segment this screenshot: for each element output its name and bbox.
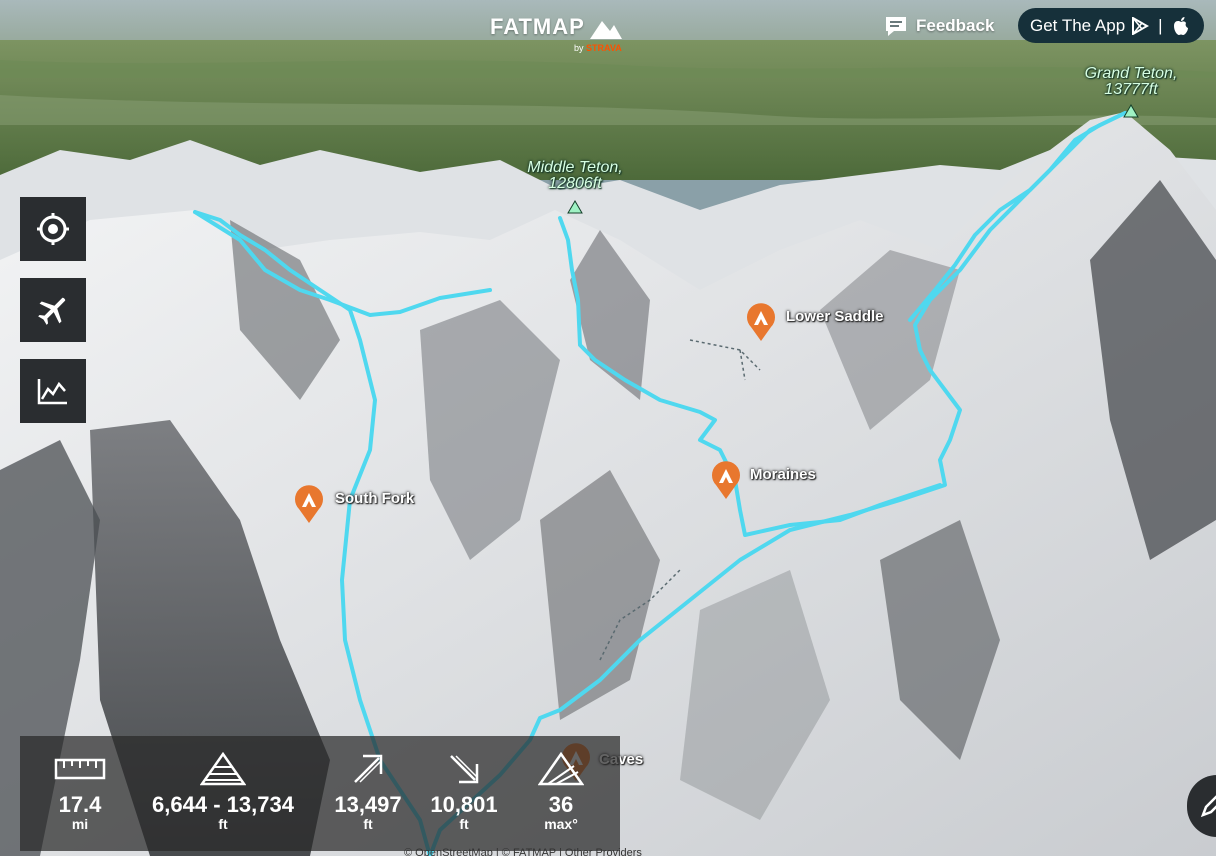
peak-name: Grand Teton, <box>1084 65 1178 82</box>
peak-elevation: 13777ft <box>1104 81 1158 98</box>
elevation-range-icon <box>200 752 246 786</box>
byline-prefix: by <box>574 43 584 53</box>
poi-label-moraines[interactable]: Moraines <box>750 466 816 483</box>
map-attribution[interactable]: © OpenStreetMap | © FATMAP | Other Provi… <box>404 847 642 856</box>
slope-angle-icon <box>538 752 584 786</box>
peak-label-grand-teton: Grand Teton, 13777ft <box>1070 66 1192 98</box>
stat-value: 36 <box>548 792 574 817</box>
terrain-map[interactable] <box>0 0 1216 856</box>
stat-unit: ft <box>459 816 469 832</box>
route-stats-panel: 17.4 mi 6,644 - 13,734 ft 13,497 ft 10,8… <box>20 736 620 851</box>
apple-icon[interactable] <box>1172 16 1190 36</box>
stat-unit: ft <box>363 816 373 832</box>
poi-label-lower-saddle[interactable]: Lower Saddle <box>786 308 884 325</box>
store-separator: | <box>1158 15 1163 35</box>
flyover-button[interactable] <box>20 278 86 342</box>
strava-text: STRAVA <box>586 43 622 53</box>
airplane-icon <box>38 297 66 325</box>
elevation-profile-button[interactable] <box>20 359 86 423</box>
get-app-button[interactable]: Get The App | <box>1018 8 1204 43</box>
chat-bubble-icon <box>886 17 906 36</box>
camp-icon[interactable] <box>745 300 777 342</box>
stat-unit: max° <box>544 816 578 832</box>
peak-name: Middle Teton, <box>527 159 623 176</box>
feedback-label: Feedback <box>916 16 995 35</box>
stat-unit: mi <box>71 816 89 832</box>
stat-max-slope: 36 max° <box>528 736 594 851</box>
stat-value: 17.4 <box>58 792 102 817</box>
crosshair-icon <box>37 213 69 245</box>
feedback-button[interactable]: Feedback <box>884 12 994 40</box>
stat-distance: 17.4 mi <box>50 736 110 851</box>
camp-icon[interactable] <box>710 458 742 500</box>
stat-descent: 10,801 ft <box>422 736 506 851</box>
edit-icon <box>1200 795 1216 818</box>
stat-elevation-range: 6,644 - 13,734 ft <box>140 736 306 851</box>
mountain-logo-icon <box>590 21 622 39</box>
elevation-chart-icon <box>37 379 67 405</box>
google-play-icon[interactable] <box>1131 16 1150 35</box>
poi-label-south-fork[interactable]: South Fork <box>335 490 414 507</box>
stat-ascent: 13,497 ft <box>326 736 410 851</box>
peak-elevation: 12806ft <box>548 175 602 192</box>
peak-label-middle-teton: Middle Teton, 12806ft <box>512 160 638 192</box>
stat-value: 6,644 - 13,734 <box>152 792 294 817</box>
stat-value: 10,801 <box>430 792 498 817</box>
fatmap-logo: FATMAP by STRAVA <box>490 14 630 58</box>
stat-unit: ft <box>218 816 228 832</box>
strava-byline: by STRAVA <box>574 43 622 53</box>
camp-icon[interactable] <box>293 482 325 524</box>
ruler-icon <box>54 758 106 780</box>
ascent-arrow-icon <box>354 754 383 783</box>
get-app-label: Get The App <box>1030 15 1126 35</box>
locate-button[interactable] <box>20 197 86 261</box>
stat-value: 13,497 <box>334 792 402 817</box>
descent-arrow-icon <box>450 755 479 784</box>
